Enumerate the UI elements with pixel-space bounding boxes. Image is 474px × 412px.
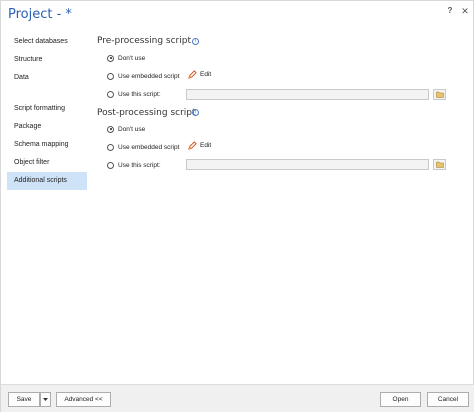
save-dropdown-button[interactable] [40, 392, 51, 407]
dialog-footer: Save Advanced << Open Cancel [1, 384, 474, 412]
post-script-path-input[interactable] [186, 159, 429, 170]
pre-processing-title: Pre-processing script [97, 36, 191, 46]
help-button[interactable]: ? [444, 6, 456, 15]
post-dont-use-option[interactable]: Don't use [107, 123, 145, 135]
chevron-down-icon [43, 398, 48, 401]
sidebar-item-package[interactable]: Package [7, 118, 87, 136]
sidebar-separator [7, 87, 87, 100]
pencil-icon [188, 141, 197, 150]
post-this-script-label: Use this script: [118, 161, 161, 169]
post-edit-button[interactable]: Edit [188, 141, 211, 150]
sidebar-item-select-databases[interactable]: Select databases [7, 33, 87, 51]
advanced-button[interactable]: Advanced << [56, 392, 111, 407]
sidebar-item-additional-scripts[interactable]: Additional scripts [7, 172, 87, 190]
sidebar-item-object-filter[interactable]: Object filter [7, 154, 87, 172]
sidebar-nav: Select databases Structure Data Script f… [7, 33, 87, 190]
pre-edit-button[interactable]: Edit [188, 70, 211, 79]
post-embedded-option[interactable]: Use embedded script [107, 141, 179, 153]
post-processing-title: Post-processing script [97, 108, 196, 118]
pre-browse-button[interactable] [433, 89, 446, 100]
project-dialog: Project - * ? ✕ Select databases Structu… [0, 0, 474, 412]
save-button[interactable]: Save [8, 392, 40, 407]
pre-this-script-radio[interactable] [107, 90, 114, 98]
post-processing-info-icon[interactable]: i [192, 109, 199, 116]
post-dont-use-label: Don't use [118, 125, 146, 133]
post-this-script-option[interactable]: Use this script: [107, 159, 161, 171]
pre-this-script-option[interactable]: Use this script: [107, 88, 161, 100]
pre-edit-label: Edit [200, 71, 212, 78]
sidebar-item-structure[interactable]: Structure [7, 51, 87, 69]
folder-icon [435, 91, 444, 98]
sidebar-item-data[interactable]: Data [7, 69, 87, 87]
pre-embedded-label: Use embedded script [118, 72, 180, 80]
post-this-script-radio[interactable] [107, 161, 114, 169]
pre-script-path-input[interactable] [186, 89, 429, 100]
pre-dont-use-radio[interactable] [107, 54, 114, 62]
sidebar-item-schema-mapping[interactable]: Schema mapping [7, 136, 87, 154]
close-button[interactable]: ✕ [459, 6, 471, 17]
folder-icon [435, 161, 444, 168]
pre-embedded-radio[interactable] [107, 72, 114, 80]
pre-this-script-label: Use this script: [118, 90, 161, 98]
open-button[interactable]: Open [380, 392, 421, 407]
post-dont-use-radio[interactable] [107, 125, 114, 133]
sidebar-item-script-formatting[interactable]: Script formatting [7, 100, 87, 118]
pre-dont-use-label: Don't use [118, 54, 146, 62]
cancel-button[interactable]: Cancel [427, 392, 469, 407]
dialog-title: Project - * [8, 7, 72, 22]
post-embedded-radio[interactable] [107, 143, 114, 151]
post-browse-button[interactable] [433, 159, 446, 170]
pencil-icon [188, 70, 197, 79]
pre-embedded-option[interactable]: Use embedded script [107, 70, 179, 82]
pre-processing-info-icon[interactable]: i [192, 38, 199, 45]
post-edit-label: Edit [200, 142, 212, 149]
pre-dont-use-option[interactable]: Don't use [107, 52, 145, 64]
post-embedded-label: Use embedded script [118, 143, 180, 151]
